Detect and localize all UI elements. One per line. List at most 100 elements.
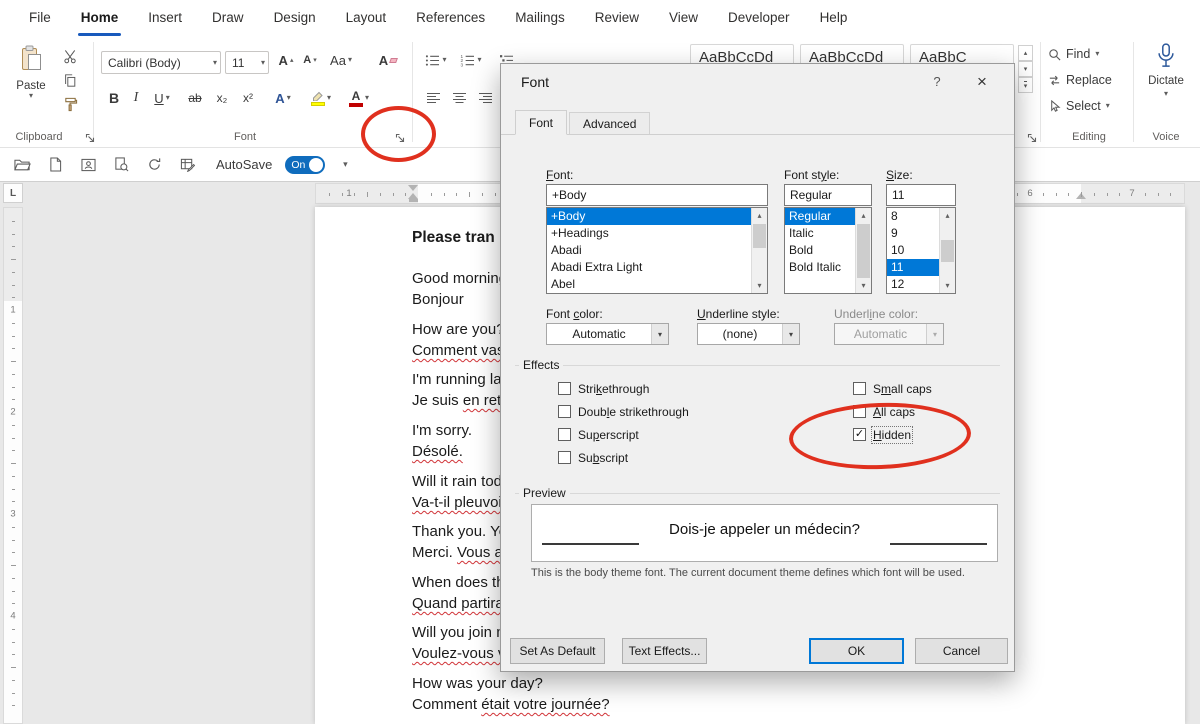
cut-button[interactable]	[57, 44, 83, 68]
dialog-tab-advanced[interactable]: Advanced	[569, 112, 651, 134]
grow-font-button[interactable]: A ▴	[274, 48, 298, 72]
tab-mailings[interactable]: Mailings	[500, 0, 580, 36]
vertical-ruler[interactable]: 1 2 3 4	[3, 207, 23, 724]
tab-help[interactable]: Help	[805, 0, 863, 36]
font-style-list-scrollbar[interactable]: ▴ ▾	[855, 208, 871, 293]
align-right-button[interactable]	[473, 86, 497, 110]
align-center-button[interactable]	[447, 86, 471, 110]
select-button[interactable]: Select ▾	[1048, 97, 1110, 115]
size-list-scrollbar[interactable]: ▴ ▾	[939, 208, 955, 293]
tab-developer[interactable]: Developer	[713, 0, 805, 36]
find-button[interactable]: Find ▾	[1048, 45, 1099, 63]
styles-dialog-launcher[interactable]	[1026, 132, 1039, 145]
tab-references[interactable]: References	[401, 0, 500, 36]
font-style-input[interactable]: Regular	[784, 184, 872, 206]
set-as-default-button[interactable]: Set As Default	[510, 638, 605, 664]
numbering-button[interactable]: 1 2 3 ▾	[455, 48, 487, 72]
text-effects-button[interactable]: A ▾	[266, 86, 300, 110]
align-left-button[interactable]	[421, 86, 445, 110]
checkbox-superscript[interactable]: Superscript	[558, 428, 689, 442]
font-color-dropdown[interactable]: Automatic ▾	[546, 323, 669, 345]
list-option[interactable]: 12	[887, 276, 939, 293]
strikethrough-button[interactable]: ab	[182, 86, 208, 110]
contacts-button[interactable]	[78, 155, 98, 175]
checkbox-double-strikethrough[interactable]: Double strikethrough	[558, 405, 689, 419]
tab-home[interactable]: Home	[66, 0, 134, 36]
text-effects-button[interactable]: Text Effects...	[622, 638, 707, 664]
bold-button[interactable]: B	[103, 86, 125, 110]
size-list[interactable]: 8 9 10 11 12 ▴ ▾	[886, 207, 956, 294]
list-option[interactable]: Abadi Extra Light	[547, 259, 751, 276]
font-name-combobox[interactable]: Calibri (Body) ▾	[101, 51, 221, 74]
cancel-button[interactable]: Cancel	[915, 638, 1008, 664]
copy-button[interactable]	[57, 68, 83, 92]
list-option[interactable]: 9	[887, 225, 939, 242]
tab-draw[interactable]: Draw	[197, 0, 259, 36]
draw-table-button[interactable]	[177, 155, 197, 175]
tab-view[interactable]: View	[654, 0, 713, 36]
replace-button[interactable]: Replace	[1048, 71, 1112, 89]
first-line-indent-marker[interactable]	[408, 185, 418, 191]
refresh-button[interactable]	[144, 155, 164, 175]
tab-review[interactable]: Review	[580, 0, 654, 36]
scroll-thumb[interactable]	[857, 224, 870, 278]
new-document-button[interactable]	[45, 155, 65, 175]
font-name-input[interactable]: +Body	[546, 184, 768, 206]
font-list-scrollbar[interactable]: ▴ ▾	[751, 208, 767, 293]
tab-design[interactable]: Design	[259, 0, 331, 36]
styles-more-button[interactable]: ▾	[1018, 77, 1033, 93]
list-option[interactable]: +Headings	[547, 225, 751, 242]
checkbox-subscript[interactable]: Subscript	[558, 451, 689, 465]
paste-button[interactable]: Paste ▾	[8, 41, 54, 127]
list-option[interactable]: Bold Italic	[785, 259, 855, 276]
underline-button[interactable]: U ▾	[147, 86, 177, 110]
bullets-button[interactable]: ▾	[420, 48, 452, 72]
ruler-tick	[379, 193, 381, 196]
ruler-tick	[392, 193, 394, 196]
font-style-list[interactable]: Regular Italic Bold Bold Italic ▴ ▾	[784, 207, 872, 294]
scroll-thumb[interactable]	[941, 240, 954, 262]
change-case-button[interactable]: Aa ▾	[324, 48, 358, 72]
list-option[interactable]: Italic	[785, 225, 855, 242]
dialog-tab-font[interactable]: Font	[515, 110, 568, 135]
left-indent-marker[interactable]	[409, 199, 418, 202]
font-color-button[interactable]: A ▾	[342, 86, 376, 110]
font-size-combobox[interactable]: 11 ▾	[225, 51, 269, 74]
autosave-toggle[interactable]: On	[285, 155, 326, 174]
print-preview-button[interactable]	[111, 155, 131, 175]
ok-button[interactable]: OK	[809, 638, 904, 664]
shrink-font-button[interactable]: A ▾	[299, 48, 321, 72]
clear-formatting-button[interactable]: A	[374, 48, 402, 72]
list-option[interactable]: 10	[887, 242, 939, 259]
list-option[interactable]: Regular	[785, 208, 855, 225]
highlight-button[interactable]: ▾	[303, 86, 339, 110]
list-option[interactable]: 11	[887, 259, 939, 276]
customize-toolbar-button[interactable]: ▾	[338, 155, 352, 175]
tab-selector[interactable]: L	[3, 183, 23, 203]
scroll-thumb[interactable]	[753, 224, 766, 248]
styles-scroll-down-button[interactable]: ▾	[1018, 61, 1033, 77]
list-option[interactable]: Abel	[547, 276, 751, 293]
dialog-help-button[interactable]: ?	[924, 72, 950, 92]
styles-scroll-up-button[interactable]: ▴	[1018, 45, 1033, 61]
dictate-button[interactable]: Dictate ▾	[1137, 42, 1195, 98]
dialog-close-button[interactable]: ×	[964, 69, 1000, 94]
format-painter-button[interactable]	[57, 92, 83, 116]
open-file-button[interactable]	[12, 155, 32, 175]
list-option[interactable]: Abadi	[547, 242, 751, 259]
tab-file[interactable]: File	[14, 0, 66, 36]
font-list[interactable]: +Body +Headings Abadi Abadi Extra Light Abel…	[546, 207, 768, 294]
italic-button[interactable]: I	[126, 86, 146, 110]
font-size-input[interactable]: 11	[886, 184, 956, 206]
contact-card-icon	[80, 158, 96, 171]
list-option[interactable]: +Body	[547, 208, 751, 225]
underline-style-dropdown[interactable]: (none) ▾	[697, 323, 800, 345]
checkbox-small-caps[interactable]: Small caps	[853, 382, 932, 396]
superscript-button[interactable]: x²	[236, 86, 260, 110]
checkbox-strikethrough[interactable]: Strikethrough	[558, 382, 689, 396]
tab-insert[interactable]: Insert	[133, 0, 197, 36]
list-option[interactable]: 8	[887, 208, 939, 225]
subscript-button[interactable]: x₂	[210, 86, 234, 110]
list-option[interactable]: Bold	[785, 242, 855, 259]
tab-layout[interactable]: Layout	[331, 0, 402, 36]
